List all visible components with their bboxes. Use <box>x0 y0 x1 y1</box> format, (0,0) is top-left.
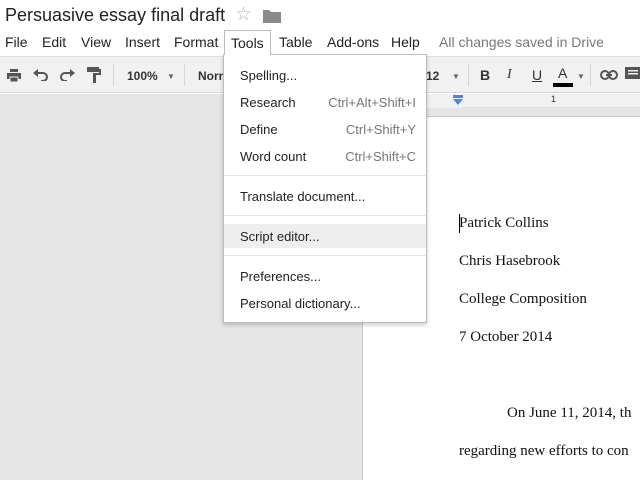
menu-tools[interactable]: Tools <box>224 30 271 55</box>
italic-button[interactable]: I <box>507 67 512 83</box>
font-size-select[interactable]: 12 <box>426 69 439 83</box>
menu-separator <box>224 175 426 176</box>
menu-item-spelling[interactable]: Spelling... <box>224 63 426 87</box>
toolbar-divider <box>184 64 185 86</box>
body-line-2[interactable]: regarding new efforts to con <box>459 443 629 460</box>
comment-icon[interactable] <box>624 66 640 84</box>
toolbar-divider <box>590 64 591 86</box>
heading-line-date[interactable]: 7 October 2014 <box>459 329 552 346</box>
heading-line-name[interactable]: Patrick Collins <box>459 215 549 232</box>
chevron-down-icon[interactable]: ▼ <box>452 72 460 81</box>
ruler-number: 1 <box>551 94 557 104</box>
save-status[interactable]: All changes saved in Drive <box>439 34 604 50</box>
text-color-button[interactable]: A <box>558 65 567 81</box>
underline-button[interactable]: U <box>532 67 542 83</box>
menu-item-script-editor[interactable]: Script editor... <box>224 224 426 248</box>
star-icon[interactable]: ☆ <box>235 5 252 24</box>
menu-item-label: Word count <box>240 149 307 164</box>
tools-menu: Spelling... Research Ctrl+Alt+Shift+I De… <box>223 54 427 323</box>
menu-item-research[interactable]: Research Ctrl+Alt+Shift+I <box>224 90 426 114</box>
menu-edit[interactable]: Edit <box>42 34 66 50</box>
menu-addons[interactable]: Add-ons <box>327 34 379 50</box>
menu-separator <box>224 255 426 256</box>
print-icon[interactable] <box>5 66 23 84</box>
menu-item-label: Translate document... <box>240 189 366 204</box>
menu-view[interactable]: View <box>81 34 111 50</box>
undo-icon[interactable] <box>32 66 50 84</box>
indent-marker-icon[interactable] <box>453 95 463 105</box>
toolbar-divider <box>468 64 469 86</box>
menu-item-label: Research <box>240 95 296 110</box>
menu-separator <box>224 215 426 216</box>
menu-item-shortcut: Ctrl+Shift+Y <box>345 122 416 137</box>
menu-item-preferences[interactable]: Preferences... <box>224 264 426 288</box>
menu-help[interactable]: Help <box>391 34 420 50</box>
menu-bar: File Edit View Insert Format Tools Table… <box>0 30 640 55</box>
menu-table[interactable]: Table <box>279 34 312 50</box>
menu-item-label: Personal dictionary... <box>240 296 361 311</box>
toolbar-divider <box>113 64 114 86</box>
menu-item-label: Script editor... <box>240 229 320 244</box>
chevron-down-icon[interactable]: ▼ <box>167 72 175 81</box>
menu-item-define[interactable]: Define Ctrl+Shift+Y <box>224 117 426 141</box>
menu-item-personal-dictionary[interactable]: Personal dictionary... <box>224 291 426 315</box>
text-color-swatch <box>553 83 573 87</box>
menu-item-translate-document[interactable]: Translate document... <box>224 184 426 208</box>
menu-format[interactable]: Format <box>174 34 218 50</box>
menu-item-label: Define <box>240 122 278 137</box>
menu-insert[interactable]: Insert <box>125 34 160 50</box>
paint-format-icon[interactable] <box>85 66 103 84</box>
menu-item-label: Preferences... <box>240 269 321 284</box>
zoom-select[interactable]: 100% <box>127 69 158 83</box>
title-bar: Persuasive essay final draft ☆ <box>0 0 640 32</box>
bold-button[interactable]: B <box>480 67 490 83</box>
menu-file[interactable]: File <box>5 34 28 50</box>
body-line-1[interactable]: On June 11, 2014, th <box>507 405 631 422</box>
menu-item-shortcut: Ctrl+Alt+Shift+I <box>328 95 416 110</box>
heading-line-instructor[interactable]: Chris Hasebrook <box>459 253 560 270</box>
menu-item-label: Spelling... <box>240 68 298 83</box>
menu-item-shortcut: Ctrl+Shift+C <box>345 149 416 164</box>
folder-icon[interactable] <box>263 9 281 23</box>
chevron-down-icon[interactable]: ▼ <box>577 72 585 81</box>
redo-icon[interactable] <box>58 66 76 84</box>
text-cursor <box>459 214 460 233</box>
heading-line-course[interactable]: College Composition <box>459 291 587 308</box>
document-title[interactable]: Persuasive essay final draft <box>5 5 225 26</box>
menu-item-word-count[interactable]: Word count Ctrl+Shift+C <box>224 144 426 168</box>
link-icon[interactable] <box>600 66 618 84</box>
